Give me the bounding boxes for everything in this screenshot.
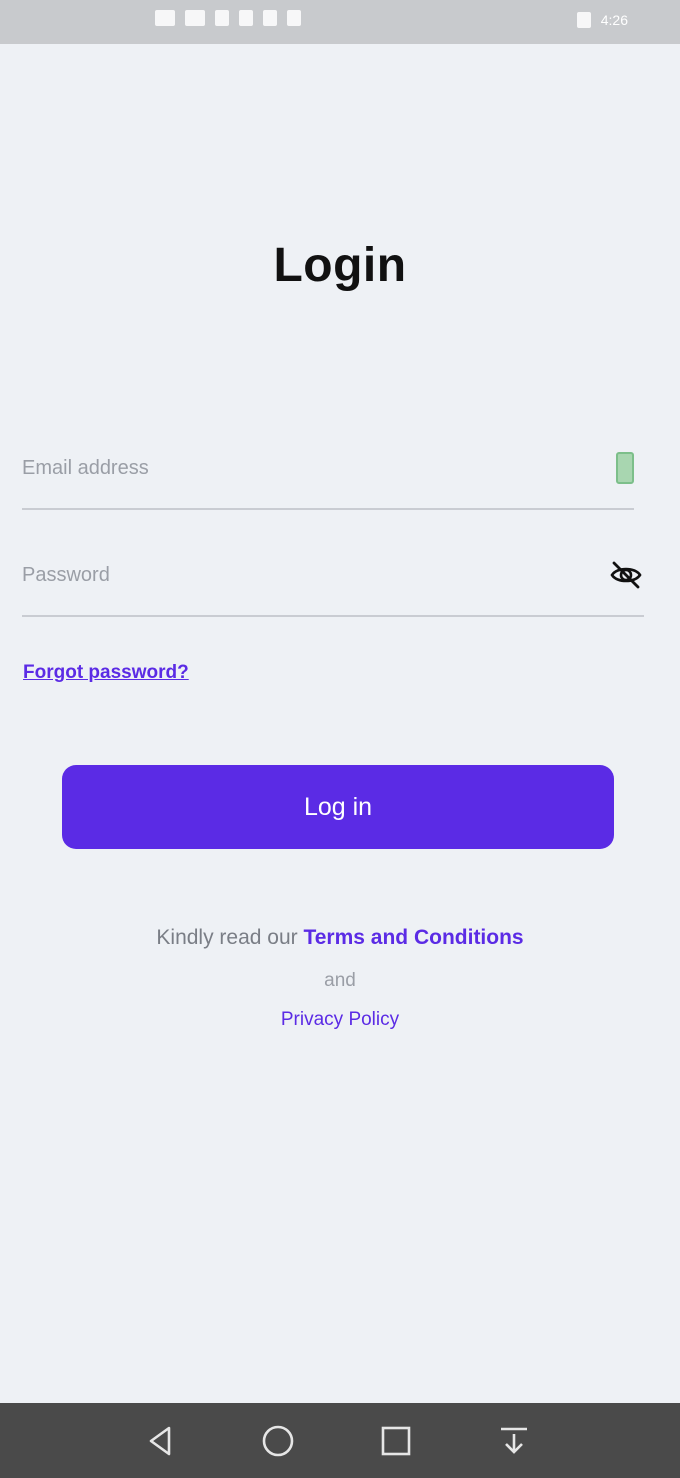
download-icon (501, 1427, 527, 1454)
notification-icon (239, 10, 253, 26)
and-text: and (324, 970, 356, 991)
status-bar: 4:26 (0, 0, 680, 44)
privacy-policy-link[interactable]: Privacy Policy (0, 1009, 680, 1031)
autofill-icon[interactable] (616, 452, 634, 484)
status-right: 4:26 (576, 12, 628, 28)
back-icon (149, 1426, 171, 1456)
terms-prefix: Kindly read our (156, 926, 304, 949)
signal-icon (185, 10, 205, 26)
wifi-icon (215, 10, 229, 26)
notifications-pulldown-button[interactable] (494, 1421, 534, 1461)
app-icon (287, 10, 301, 26)
hide-password-icon[interactable] (608, 557, 644, 593)
status-time: 4:26 (600, 12, 628, 28)
email-field[interactable] (22, 448, 582, 488)
login-button[interactable]: Log in (62, 765, 614, 849)
home-button[interactable] (258, 1421, 298, 1461)
password-field[interactable] (22, 555, 582, 595)
forgot-password-link[interactable]: Forgot password? (23, 662, 189, 684)
back-button[interactable] (140, 1421, 180, 1461)
system-nav-bar (0, 1403, 680, 1478)
password-field-container (22, 555, 644, 617)
recents-icon (381, 1426, 411, 1456)
terms-link[interactable]: Terms and Conditions (303, 926, 523, 949)
page-title: Login (273, 239, 407, 292)
home-icon (262, 1425, 294, 1457)
message-icon (263, 10, 277, 26)
terms-text: Kindly read our Terms and Conditions (0, 926, 680, 950)
status-icons (155, 10, 301, 26)
alarm-icon (576, 12, 591, 28)
signal-icon (155, 10, 175, 26)
email-field-container (22, 448, 634, 510)
recents-button[interactable] (376, 1421, 416, 1461)
